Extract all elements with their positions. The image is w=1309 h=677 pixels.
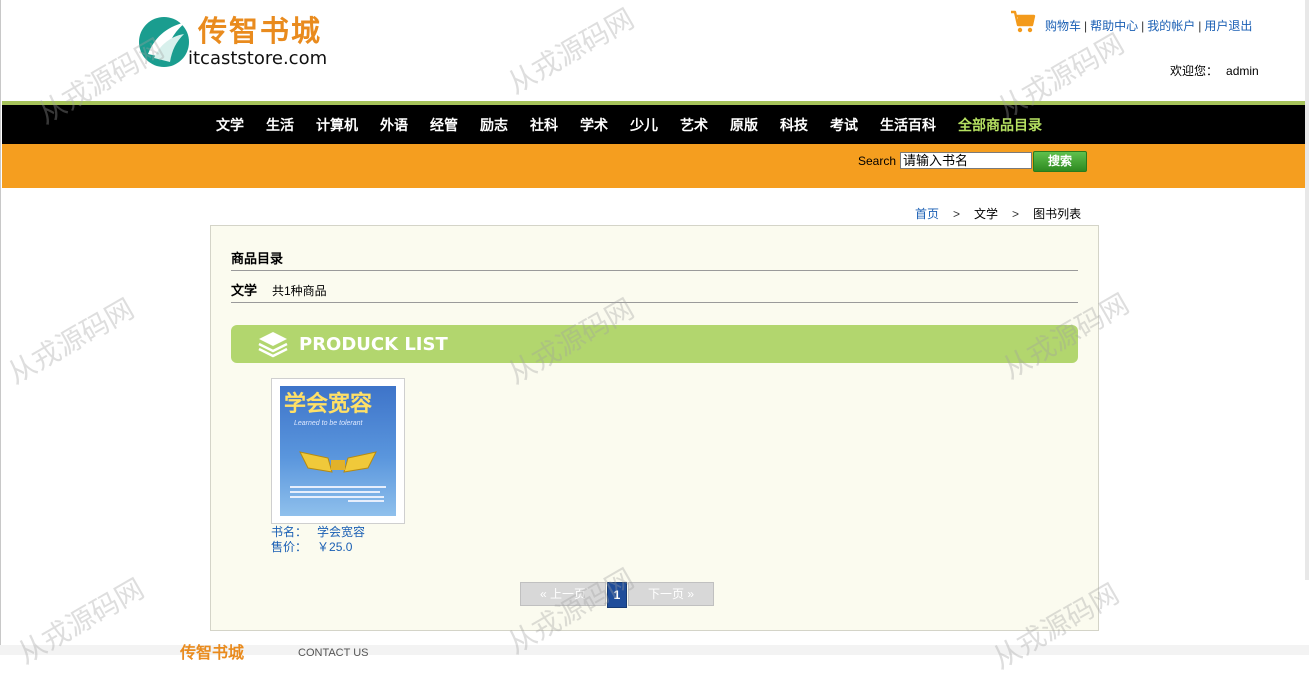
cart-icon[interactable] <box>1010 10 1036 34</box>
book-price-value: ￥25.0 <box>317 540 353 554</box>
watermark: 从戎源码网 <box>11 572 150 671</box>
breadcrumb: 首页 > 文学 > 图书列表 <box>915 205 1081 222</box>
book-cover-image[interactable]: 学会宽容 Learned to be tolerant <box>280 386 396 516</box>
nav-item-foreign-language[interactable]: 外语 <box>380 115 408 135</box>
book-price-label: 售价： <box>271 540 308 554</box>
category-title: 文学 <box>231 283 258 298</box>
catalog-title: 商品目录 <box>231 251 284 266</box>
logo-mark-icon <box>139 17 189 67</box>
window-left-border <box>0 0 1 655</box>
my-account-link[interactable]: 我的帐户 <box>1147 19 1195 33</box>
nav-item-exam[interactable]: 考试 <box>830 115 858 135</box>
product-list-banner: PRODUCK LIST <box>231 325 1078 363</box>
product-panel: 商品目录 文学 共1种商品 PRODUCK LIST 学会宽容 Learned … <box>210 225 1099 631</box>
prev-page-button[interactable]: « 上一页 <box>520 582 606 606</box>
cover-illustration <box>299 451 377 473</box>
scrollbar-track[interactable] <box>1305 0 1309 580</box>
logo-chinese-text: 传智书城 <box>198 14 323 48</box>
nav-item-art[interactable]: 艺术 <box>680 115 708 135</box>
help-center-link[interactable]: 帮助中心 <box>1090 19 1138 33</box>
current-page[interactable]: 1 <box>607 582 627 608</box>
search-button[interactable]: 搜索 <box>1033 151 1087 172</box>
breadcrumb-category: 文学 <box>974 207 999 221</box>
nav-item-literature[interactable]: 文学 <box>216 115 244 135</box>
logo-english-text: itcaststore.com <box>188 48 328 69</box>
username: admin <box>1226 64 1259 78</box>
book-price: 售价： ￥25.0 <box>271 538 352 555</box>
nav-item-inspirational[interactable]: 励志 <box>480 115 508 135</box>
divider <box>231 270 1078 271</box>
cart-link[interactable]: 购物车 <box>1045 19 1081 33</box>
nav-item-life[interactable]: 生活 <box>266 115 294 135</box>
book-name-label: 书名： <box>271 525 308 539</box>
watermark: 从戎源码网 <box>501 2 640 101</box>
top-links: 购物车 | 帮助中心 | 我的帐户 | 用户退出 <box>1045 18 1252 34</box>
breadcrumb-current: 图书列表 <box>1033 207 1082 221</box>
welcome-message: 欢迎您： admin <box>1170 62 1259 79</box>
nav-item-technology[interactable]: 科技 <box>780 115 808 135</box>
nav-item-all-products[interactable]: 全部商品目录 <box>958 115 1042 135</box>
next-page-button[interactable]: 下一页 » <box>628 582 714 606</box>
cover-text-block <box>290 486 386 502</box>
divider <box>231 302 1078 303</box>
footer-logo: 传智书城 <box>180 643 245 662</box>
cover-title: 学会宽容 <box>284 391 373 417</box>
cover-subtitle: Learned to be tolerant <box>294 420 363 427</box>
search-label: Search <box>858 154 897 168</box>
breadcrumb-separator: > <box>953 207 961 221</box>
prev-page-label: 上一页 <box>550 587 587 601</box>
nav-item-computer[interactable]: 计算机 <box>316 115 358 135</box>
welcome-label: 欢迎您： <box>1170 64 1219 78</box>
link-separator: | <box>1198 19 1202 33</box>
watermark: 从戎源码网 <box>1 292 140 391</box>
nav-item-children[interactable]: 少儿 <box>630 115 658 135</box>
nav-item-academic[interactable]: 学术 <box>580 115 608 135</box>
category-nav: 文学 生活 计算机 外语 经管 励志 社科 学术 少儿 艺术 原版 科技 考试 … <box>2 105 1305 144</box>
link-separator: | <box>1141 19 1145 33</box>
product-count: 共1种商品 <box>272 284 327 298</box>
nav-item-original[interactable]: 原版 <box>730 115 758 135</box>
layers-icon <box>258 332 288 358</box>
breadcrumb-separator: > <box>1012 207 1020 221</box>
logout-link[interactable]: 用户退出 <box>1204 19 1252 33</box>
nav-item-life-encyclopedia[interactable]: 生活百科 <box>880 115 936 135</box>
site-logo[interactable]: 传智书城 itcaststore.com <box>138 12 348 74</box>
footer-contact: CONTACT US <box>298 647 369 659</box>
banner-title: PRODUCK LIST <box>299 334 448 355</box>
book-name-value[interactable]: 学会宽容 <box>317 525 365 539</box>
search-bar: Search 请输入书名 搜索 <box>2 144 1305 188</box>
nav-item-business[interactable]: 经管 <box>430 115 458 135</box>
search-input[interactable]: 请输入书名 <box>900 152 1032 169</box>
book-card[interactable]: 学会宽容 Learned to be tolerant <box>271 378 405 524</box>
link-separator: | <box>1084 19 1088 33</box>
nav-item-social-science[interactable]: 社科 <box>530 115 558 135</box>
breadcrumb-home-link[interactable]: 首页 <box>915 207 939 221</box>
next-page-label: 下一页 <box>647 587 684 601</box>
